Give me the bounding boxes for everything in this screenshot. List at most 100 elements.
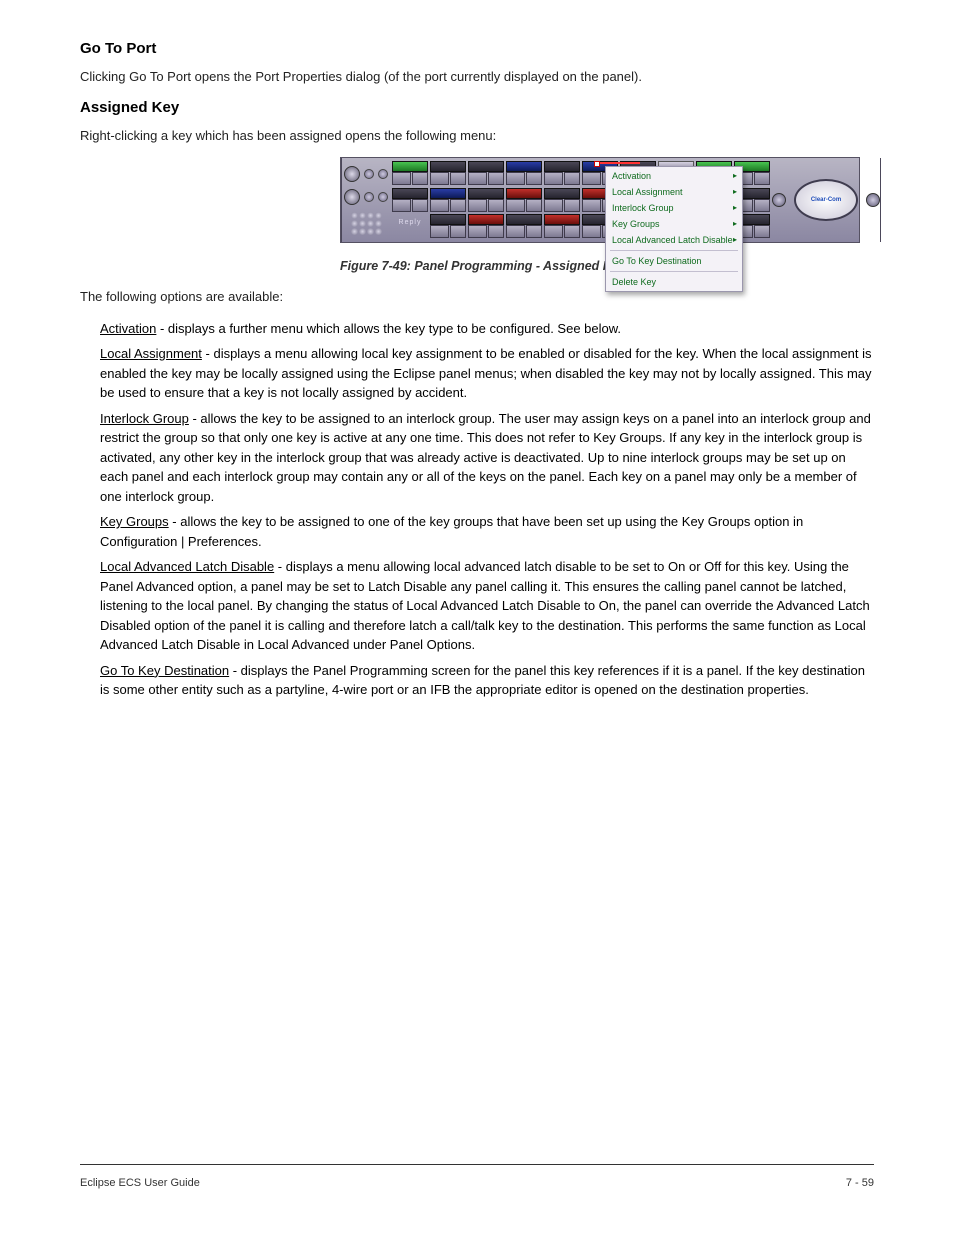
paragraph: Clicking Go To Port opens the Port Prope… bbox=[80, 67, 874, 87]
talk-button[interactable] bbox=[468, 172, 487, 185]
definition-item: Local Assignment - displays a menu allow… bbox=[100, 344, 874, 403]
key-display bbox=[430, 188, 466, 199]
definition-body: - allows the key to be assigned to an in… bbox=[100, 411, 871, 504]
talk-button[interactable] bbox=[582, 225, 601, 238]
panel-key[interactable] bbox=[430, 161, 466, 185]
panel-key[interactable] bbox=[506, 188, 542, 212]
talk-button[interactable] bbox=[544, 225, 563, 238]
jack-icon bbox=[378, 169, 388, 179]
key-display bbox=[468, 161, 504, 172]
brand-logo: Clear-Com bbox=[794, 179, 858, 221]
level-button[interactable] bbox=[564, 199, 580, 212]
volume-knob-icon bbox=[772, 193, 786, 207]
talk-button[interactable] bbox=[506, 172, 525, 185]
panel-key[interactable] bbox=[468, 188, 504, 212]
level-button[interactable] bbox=[526, 172, 542, 185]
panel-key[interactable] bbox=[506, 161, 542, 185]
key-display bbox=[392, 188, 428, 199]
rack-ear-right bbox=[880, 158, 881, 242]
menu-item-local-advanced-latch-disable[interactable]: Local Advanced Latch Disable bbox=[606, 232, 742, 248]
panel-key[interactable] bbox=[430, 188, 466, 212]
menu-item-key-groups[interactable]: Key Groups bbox=[606, 216, 742, 232]
level-button[interactable] bbox=[450, 225, 466, 238]
level-button[interactable] bbox=[412, 199, 428, 212]
level-button[interactable] bbox=[488, 225, 504, 238]
talk-button[interactable] bbox=[506, 199, 525, 212]
definition-body: - allows the key to be assigned to one o… bbox=[100, 514, 803, 549]
menu-item-activation[interactable]: Activation bbox=[606, 168, 742, 184]
talk-button[interactable] bbox=[582, 199, 601, 212]
key-display bbox=[468, 214, 504, 225]
talk-button[interactable] bbox=[506, 225, 525, 238]
panel-key[interactable] bbox=[392, 188, 428, 212]
level-button[interactable] bbox=[564, 172, 580, 185]
definition-term: Key Groups bbox=[100, 514, 169, 529]
definition-term: Interlock Group bbox=[100, 411, 189, 426]
panel-key[interactable] bbox=[430, 214, 466, 238]
key-display bbox=[430, 214, 466, 225]
definition-item: Interlock Group - allows the key to be a… bbox=[100, 409, 874, 507]
definition-body: - displays a menu allowing local key ass… bbox=[100, 346, 872, 400]
selection-indicator bbox=[596, 162, 640, 164]
key-display bbox=[544, 188, 580, 199]
menu-item-local-assignment[interactable]: Local Assignment bbox=[606, 184, 742, 200]
footer-doc-title: Eclipse ECS User Guide bbox=[80, 1177, 200, 1189]
talk-button[interactable] bbox=[468, 199, 487, 212]
panel-key[interactable] bbox=[544, 188, 580, 212]
panel-key[interactable] bbox=[468, 161, 504, 185]
key-display bbox=[544, 214, 580, 225]
context-menu: ActivationLocal AssignmentInterlock Grou… bbox=[605, 166, 743, 292]
level-button[interactable] bbox=[488, 199, 504, 212]
talk-button[interactable] bbox=[544, 199, 563, 212]
talk-button[interactable] bbox=[430, 199, 449, 212]
key-display bbox=[544, 161, 580, 172]
menu-separator bbox=[610, 271, 738, 272]
key-display bbox=[506, 161, 542, 172]
xlr-connector-icon bbox=[344, 189, 360, 205]
panel-key[interactable] bbox=[468, 214, 504, 238]
panel-key[interactable] bbox=[544, 161, 580, 185]
volume-knob-icon bbox=[866, 193, 880, 207]
talk-button[interactable] bbox=[392, 172, 411, 185]
definition-item: Local Advanced Latch Disable - displays … bbox=[100, 557, 874, 655]
level-button[interactable] bbox=[564, 225, 580, 238]
menu-item-interlock-group[interactable]: Interlock Group bbox=[606, 200, 742, 216]
menu-item-goto-destination[interactable]: Go To Key Destination bbox=[606, 253, 742, 269]
level-button[interactable] bbox=[526, 199, 542, 212]
talk-button[interactable] bbox=[392, 199, 411, 212]
panel-key[interactable] bbox=[544, 214, 580, 238]
menu-separator bbox=[610, 250, 738, 251]
paragraph: Right-clicking a key which has been assi… bbox=[80, 126, 874, 146]
talk-button[interactable] bbox=[582, 172, 601, 185]
definitions-list: Activation - displays a further menu whi… bbox=[80, 319, 874, 700]
cursor-icon bbox=[594, 161, 600, 167]
panel-key[interactable] bbox=[506, 214, 542, 238]
level-button[interactable] bbox=[754, 199, 770, 212]
level-button[interactable] bbox=[526, 225, 542, 238]
talk-button[interactable] bbox=[430, 225, 449, 238]
jack-icon bbox=[364, 169, 374, 179]
definition-item: Go To Key Destination - displays the Pan… bbox=[100, 661, 874, 700]
menu-item-delete-key[interactable]: Delete Key bbox=[606, 274, 742, 290]
key-display bbox=[468, 188, 504, 199]
key-display bbox=[430, 161, 466, 172]
level-button[interactable] bbox=[412, 172, 428, 185]
xlr-connector-icon bbox=[344, 166, 360, 182]
key-display bbox=[392, 161, 428, 172]
level-button[interactable] bbox=[450, 199, 466, 212]
keypad-icon bbox=[351, 212, 382, 235]
jack-icon bbox=[378, 192, 388, 202]
level-button[interactable] bbox=[488, 172, 504, 185]
level-button[interactable] bbox=[754, 172, 770, 185]
level-button[interactable] bbox=[450, 172, 466, 185]
talk-button[interactable] bbox=[544, 172, 563, 185]
talk-button[interactable] bbox=[430, 172, 449, 185]
definition-term: Go To Key Destination bbox=[100, 663, 229, 678]
talk-button[interactable] bbox=[468, 225, 487, 238]
panel-key[interactable] bbox=[392, 161, 428, 185]
level-button[interactable] bbox=[754, 225, 770, 238]
connector-panel bbox=[342, 158, 390, 242]
definition-term: Activation bbox=[100, 321, 156, 336]
speaker-section: Clear-Com bbox=[772, 158, 880, 242]
heading-assigned-key: Assigned Key bbox=[80, 99, 874, 116]
